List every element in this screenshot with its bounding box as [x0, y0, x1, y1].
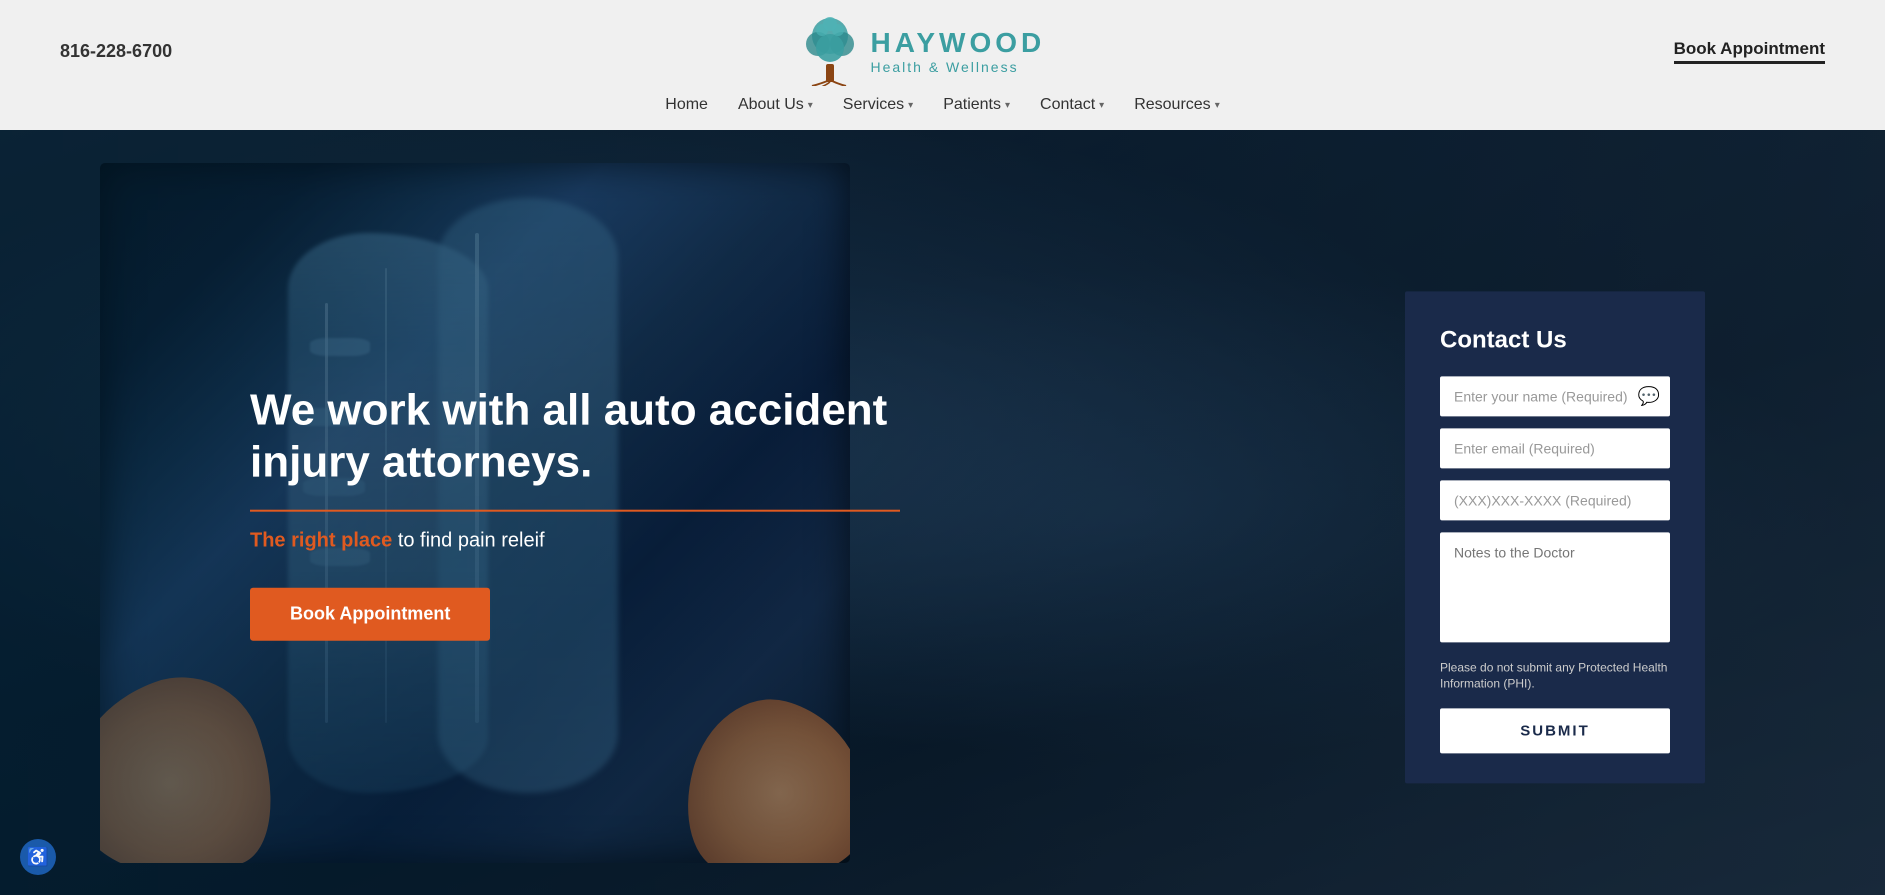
main-nav: Home About Us ▾ Services ▾ Patients ▾ Co…	[665, 96, 1219, 114]
hero-book-appointment-button[interactable]: Book Appointment	[250, 588, 490, 641]
hero-content: We work with all auto accident injury at…	[250, 384, 900, 641]
nav-item-contact[interactable]: Contact ▾	[1040, 96, 1104, 114]
accessibility-icon: ♿	[27, 847, 49, 868]
logo-tree-icon	[800, 16, 860, 86]
hero-subtitle: The right place to find pain releif	[250, 530, 900, 553]
email-input[interactable]	[1440, 428, 1670, 468]
chevron-down-icon: ▾	[1099, 100, 1104, 111]
chat-icon: 💬	[1638, 385, 1660, 406]
contact-form-panel: Contact Us 💬 Please do not submit any Pr…	[1405, 291, 1705, 784]
name-input[interactable]	[1440, 376, 1670, 416]
nav-item-about-us[interactable]: About Us ▾	[738, 96, 813, 114]
header-logo: HAYWOOD Health & Wellness	[800, 16, 1045, 86]
header-book-appointment-button[interactable]: Book Appointment	[1674, 39, 1825, 64]
nav-item-patients[interactable]: Patients ▾	[943, 96, 1010, 114]
logo-text: HAYWOOD Health & Wellness	[870, 27, 1045, 75]
contact-form-title: Contact Us	[1440, 326, 1670, 354]
chevron-down-icon: ▾	[808, 100, 813, 111]
chevron-down-icon: ▾	[908, 100, 913, 111]
submit-button[interactable]: SUBMIT	[1440, 708, 1670, 753]
phi-notice: Please do not submit any Protected Healt…	[1440, 659, 1670, 693]
nav-item-home[interactable]: Home	[665, 96, 708, 114]
hero-subtitle-normal-text: to find pain releif	[398, 530, 545, 552]
hero-divider	[250, 510, 900, 512]
logo-name: HAYWOOD	[870, 27, 1045, 59]
hero-title: We work with all auto accident injury at…	[250, 384, 900, 490]
accessibility-button[interactable]: ♿	[20, 839, 56, 875]
notes-textarea[interactable]	[1440, 532, 1670, 642]
hero-subtitle-highlight: The right place	[250, 530, 392, 552]
chevron-down-icon: ▾	[1005, 100, 1010, 111]
nav-item-services[interactable]: Services ▾	[843, 96, 913, 114]
phone-input[interactable]	[1440, 480, 1670, 520]
nav-item-resources[interactable]: Resources ▾	[1134, 96, 1220, 114]
header-phone: 816-228-6700	[60, 41, 172, 62]
header: 816-228-6700	[0, 0, 1885, 130]
logo-subtitle: Health & Wellness	[870, 59, 1018, 75]
chevron-down-icon: ▾	[1215, 100, 1220, 111]
name-field-wrapper: 💬	[1440, 376, 1670, 416]
hero-section: We work with all auto accident injury at…	[0, 130, 1885, 895]
